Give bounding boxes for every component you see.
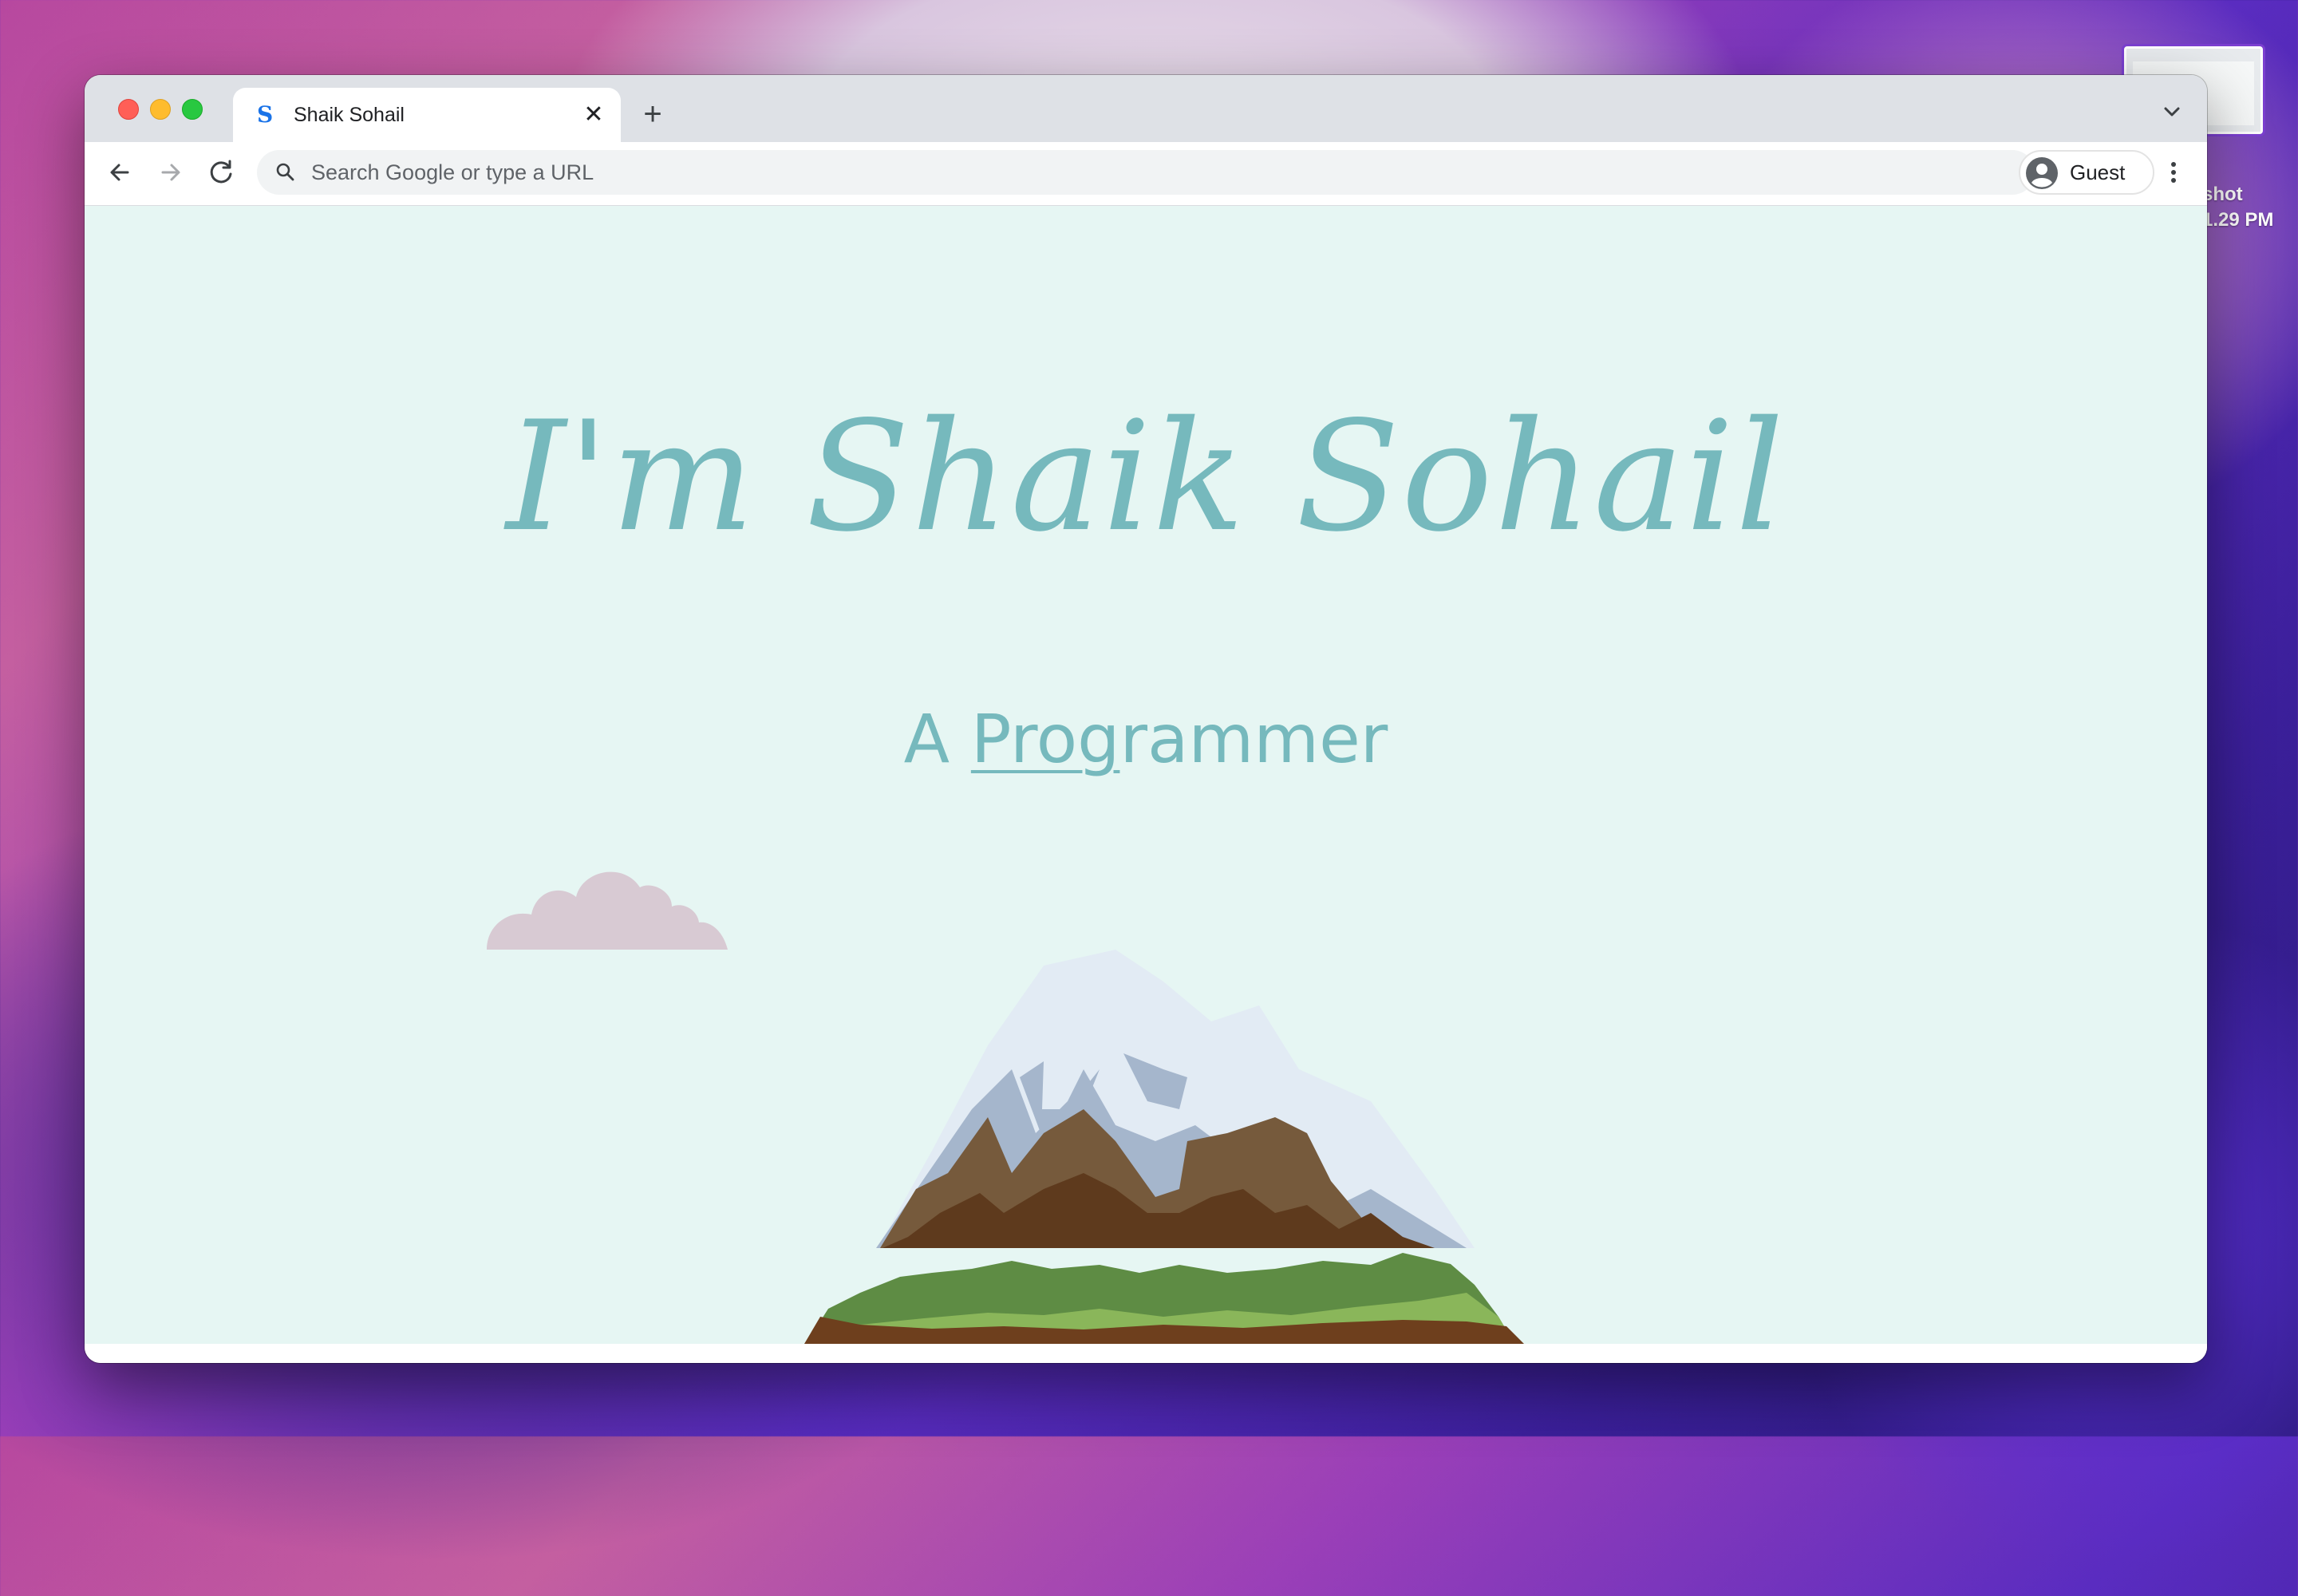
back-arrow-icon[interactable] (102, 155, 137, 190)
close-tab-icon[interactable]: ✕ (581, 102, 606, 128)
page-bottom-edge (85, 1344, 2207, 1363)
cloud-illustration (487, 871, 728, 950)
mountain-illustration (804, 950, 1524, 1344)
browser-window: S Shaik Sohail ✕ + Search Google or type… (85, 75, 2207, 1363)
web-page: I'm Shaik Sohail A Programmer (85, 206, 2207, 1344)
hero-subtitle: A Programmer (85, 699, 2207, 779)
avatar-icon (2026, 157, 2058, 189)
screenshot-label[interactable]: shot 1.29 PM (2202, 182, 2273, 233)
favicon-icon: S (257, 101, 274, 128)
address-bar[interactable]: Search Google or type a URL (257, 150, 2035, 195)
screenshot-label-line2: 1.29 PM (2202, 209, 2274, 231)
subtitle-typed-text: Prog (970, 700, 1120, 778)
chevron-down-icon[interactable] (2159, 99, 2185, 124)
tab-strip: S Shaik Sohail ✕ + (85, 75, 2207, 142)
search-icon (276, 163, 294, 181)
tab-title: Shaik Sohail (294, 104, 405, 126)
forward-arrow-icon[interactable] (153, 155, 188, 190)
address-bar-placeholder: Search Google or type a URL (311, 160, 594, 184)
subtitle-rest: rammer (1119, 700, 1388, 778)
reload-icon[interactable] (204, 155, 239, 190)
minimize-window-button[interactable] (150, 99, 171, 120)
screenshot-label-line1: shot (2202, 184, 2243, 205)
subtitle-prefix: A (903, 700, 971, 778)
hero-title: I'm Shaik Sohail (506, 389, 1786, 565)
zoom-window-button[interactable] (182, 99, 203, 120)
tab-shaik-sohail[interactable]: S Shaik Sohail ✕ (233, 88, 621, 142)
profile-button[interactable]: Guest (2019, 150, 2154, 195)
profile-label: Guest (2070, 160, 2126, 184)
close-window-button[interactable] (118, 99, 139, 120)
browser-toolbar: Search Google or type a URL Guest (85, 142, 2207, 206)
new-tab-button[interactable]: + (634, 96, 672, 134)
kebab-menu-icon[interactable] (2164, 156, 2183, 188)
